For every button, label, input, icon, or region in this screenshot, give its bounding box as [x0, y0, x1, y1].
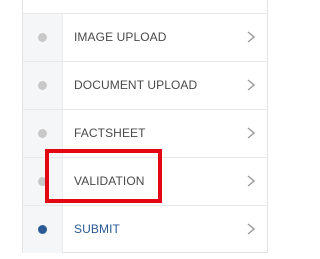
- step-item-document-upload[interactable]: DOCUMENT UPLOAD: [23, 61, 267, 109]
- status-dot-icon: [38, 81, 47, 90]
- status-dot-icon: [38, 177, 47, 186]
- step-status-gutter: [23, 62, 63, 109]
- status-dot-icon: [38, 129, 47, 138]
- step-navigation-panel: IMAGE UPLOAD DOCUMENT UPLOAD FACTSHEET V…: [22, 0, 268, 253]
- chevron-right-icon: [243, 220, 259, 238]
- step-item-image-upload[interactable]: IMAGE UPLOAD: [23, 13, 267, 61]
- step-item-validation[interactable]: VALIDATION: [23, 157, 267, 205]
- step-label: IMAGE UPLOAD: [74, 30, 167, 44]
- step-item-submit[interactable]: SUBMIT: [23, 205, 267, 253]
- chevron-right-icon: [243, 76, 259, 94]
- status-dot-icon: [38, 33, 47, 42]
- step-label: DOCUMENT UPLOAD: [74, 78, 198, 92]
- step-label: FACTSHEET: [74, 126, 146, 140]
- step-item-factsheet[interactable]: FACTSHEET: [23, 109, 267, 157]
- status-dot-icon: [38, 225, 47, 234]
- step-status-gutter: [23, 14, 63, 61]
- chevron-right-icon: [243, 28, 259, 46]
- step-label: VALIDATION: [74, 174, 145, 188]
- step-status-gutter: [23, 110, 63, 157]
- chevron-right-icon: [243, 124, 259, 142]
- step-status-gutter: [23, 158, 63, 205]
- step-status-gutter: [23, 206, 63, 253]
- step-label: SUBMIT: [74, 222, 120, 236]
- chevron-right-icon: [243, 172, 259, 190]
